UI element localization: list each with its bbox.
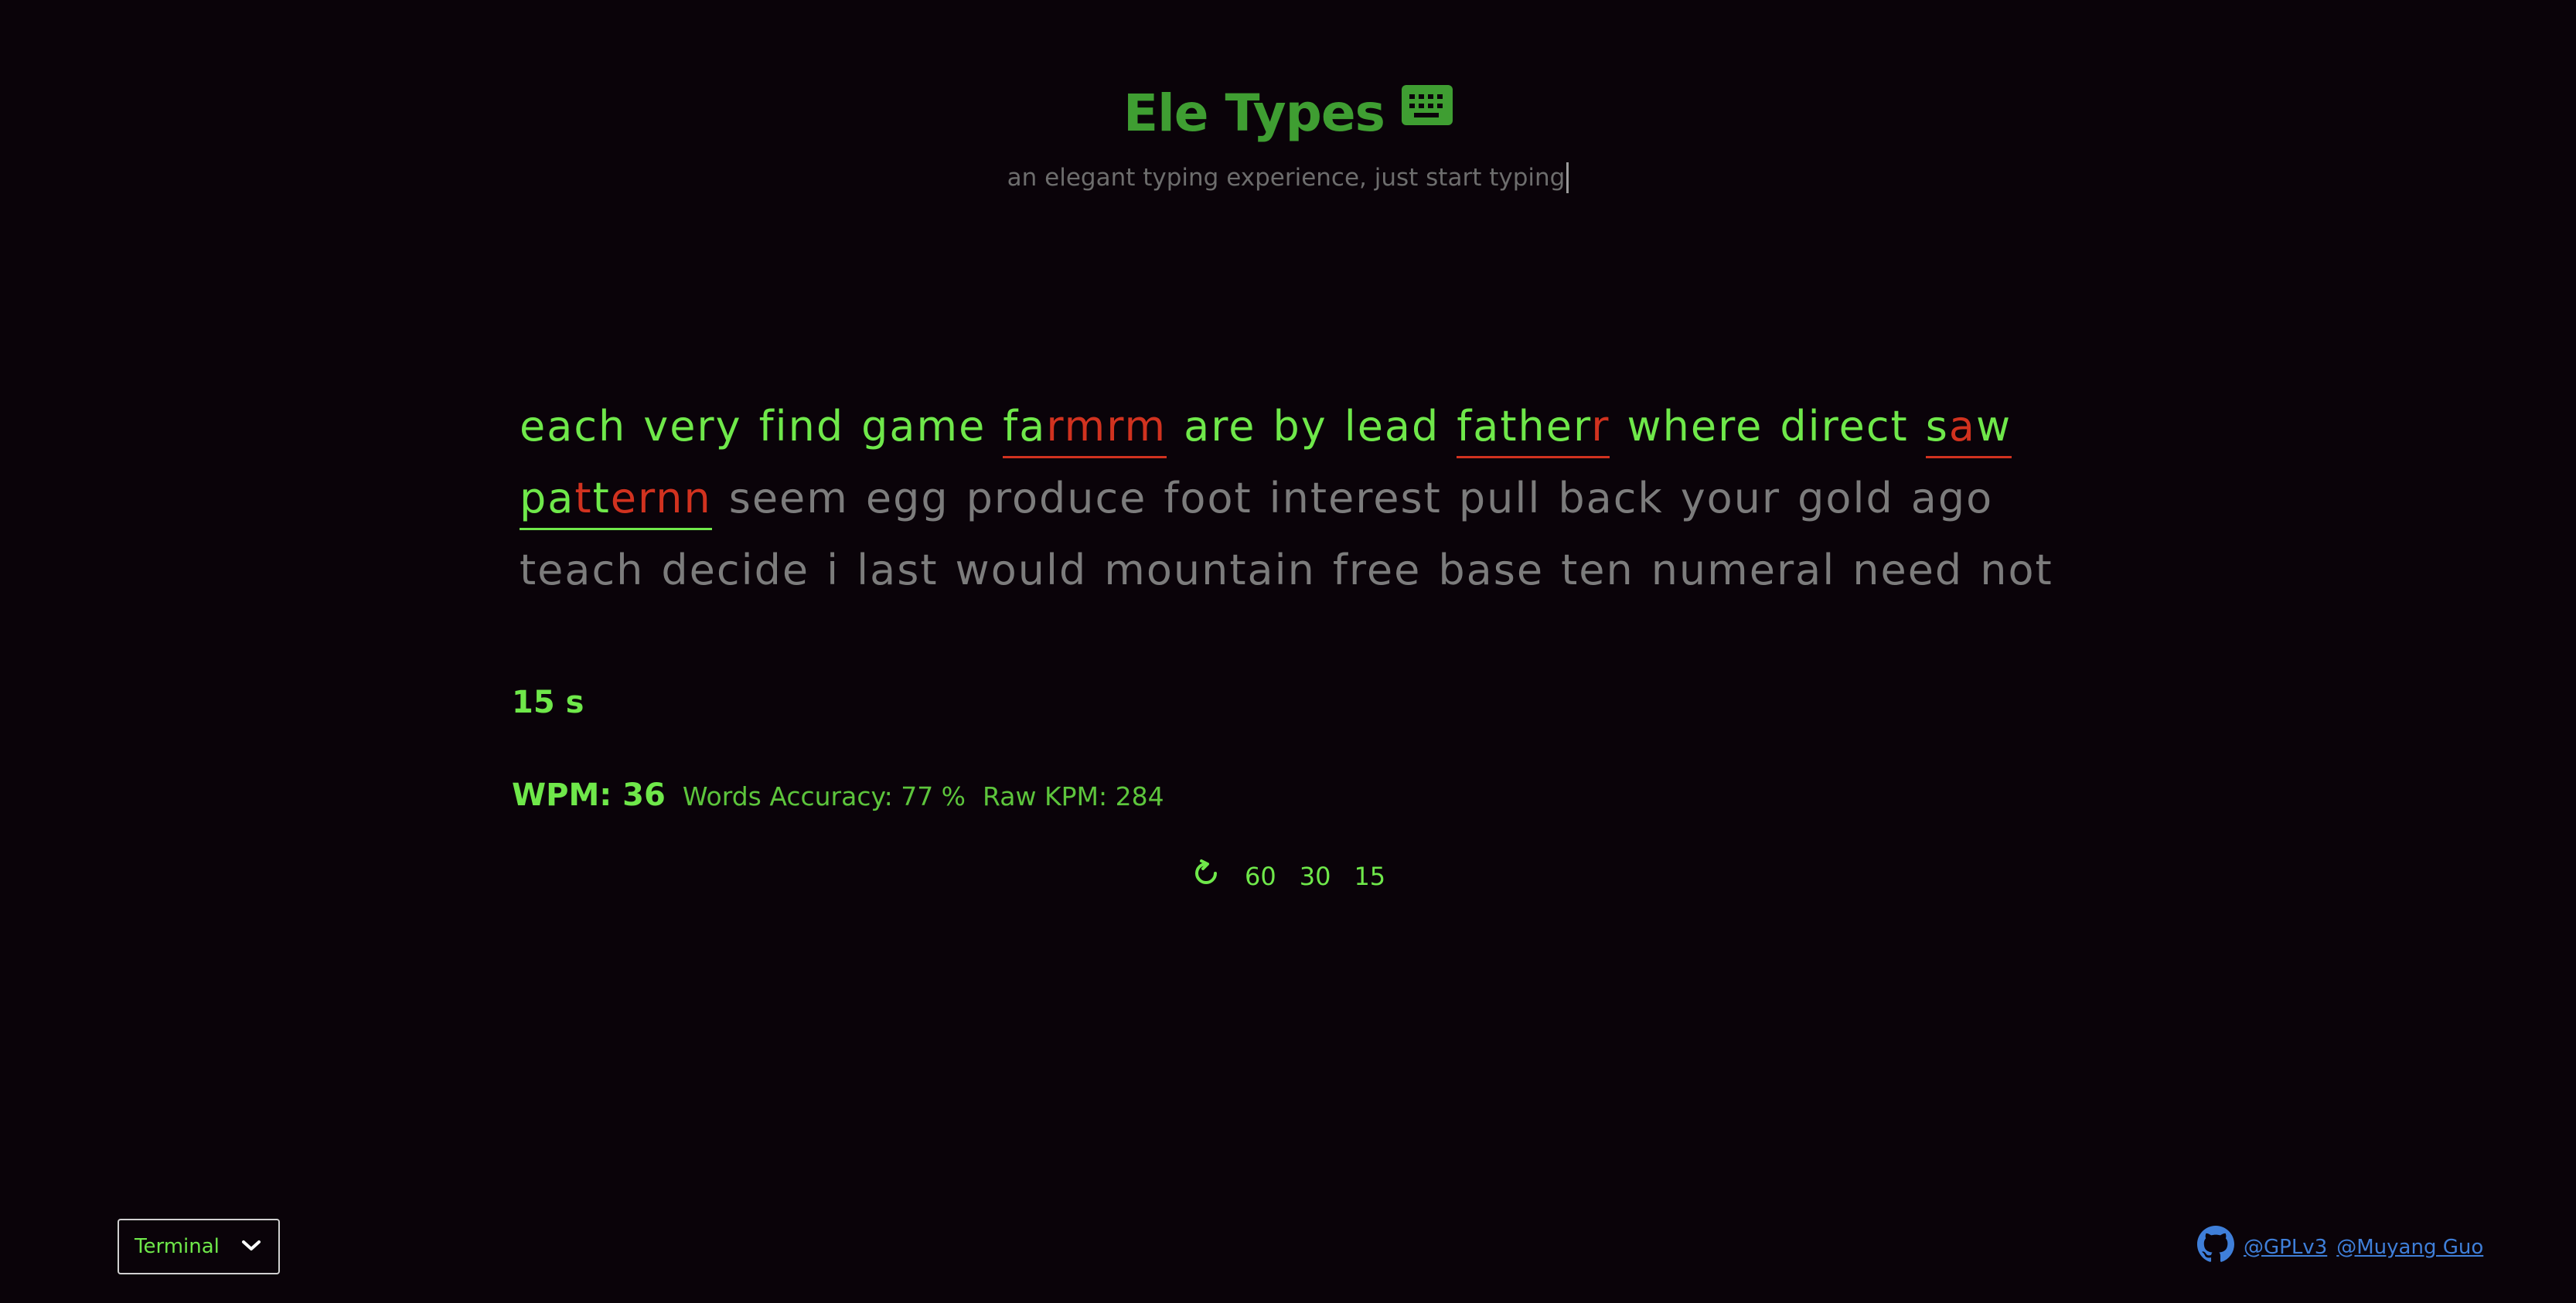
github-icon[interactable]	[2197, 1226, 2234, 1268]
duration-15-button[interactable]: 15	[1354, 862, 1385, 891]
word-pattern: patternn	[520, 469, 712, 530]
word-interest: interest	[1269, 474, 1442, 522]
text-caret	[1566, 162, 1569, 193]
word-fatherr: fatherr	[1457, 397, 1610, 458]
subtitle: an elegant typing experience, just start…	[1007, 162, 1569, 193]
word-produce: produce	[966, 474, 1147, 522]
word-pull: pull	[1458, 474, 1542, 522]
word-each: each	[520, 402, 627, 451]
raw-kpm-stat: Raw KPM: 284	[983, 781, 1164, 811]
word-direct: direct	[1780, 402, 1909, 451]
theme-select[interactable]: Terminal	[118, 1219, 280, 1274]
word-are: are	[1184, 402, 1256, 451]
footer: @GPLv3 @Muyang Guo	[2197, 1226, 2483, 1268]
page-title: Ele Types	[1123, 74, 1453, 151]
keyboard-icon	[1401, 85, 1453, 125]
chevron-down-icon	[241, 1235, 261, 1258]
duration-30-button[interactable]: 30	[1300, 862, 1331, 891]
word-i: i	[826, 546, 840, 594]
word-last: last	[857, 546, 939, 594]
header: Ele Types an elegant typing experience, …	[0, 74, 2576, 193]
word-ago: ago	[1910, 474, 1994, 522]
test-controls: 60 30 15	[1191, 858, 1385, 895]
word-need: need	[1852, 546, 1964, 594]
word-seem: seem	[728, 474, 849, 522]
wpm-stat: WPM: 36	[512, 777, 666, 813]
word-by: by	[1273, 402, 1327, 451]
word-ten: ten	[1561, 546, 1634, 594]
word-back: back	[1558, 474, 1664, 522]
stats-bar: WPM: 36 Words Accuracy: 77 % Raw KPM: 28…	[512, 777, 1164, 813]
word-farmrm: farmrm	[1003, 397, 1167, 458]
word-decide: decide	[661, 546, 810, 594]
word-teach: teach	[520, 546, 645, 594]
word-egg: egg	[865, 474, 949, 522]
subtitle-text: an elegant typing experience, just start…	[1007, 164, 1566, 192]
word-not: not	[1980, 546, 2053, 594]
word-your: your	[1680, 474, 1781, 522]
timer: 15 s	[512, 685, 584, 720]
author-link[interactable]: @Muyang Guo	[2336, 1236, 2483, 1259]
restart-icon[interactable]	[1191, 858, 1222, 895]
word-foot: foot	[1164, 474, 1252, 522]
word-would: would	[955, 546, 1088, 594]
word-where: where	[1627, 402, 1763, 451]
accuracy-stat: Words Accuracy: 77 %	[682, 781, 966, 811]
word-numeral: numeral	[1651, 546, 1836, 594]
word-free: free	[1332, 546, 1422, 594]
word-saw: saw	[1925, 397, 2012, 458]
license-link[interactable]: @GPLv3	[2244, 1236, 2327, 1259]
duration-60-button[interactable]: 60	[1245, 862, 1276, 891]
typing-area[interactable]: each very find game farmrm are by lead fatherr wh…	[520, 393, 2081, 604]
word-lead: lead	[1344, 402, 1440, 451]
word-very: very	[643, 402, 742, 451]
word-game: game	[861, 402, 986, 451]
word-base: base	[1438, 546, 1545, 594]
app-title: Ele Types	[1123, 83, 1385, 143]
word-mountain: mountain	[1104, 546, 1316, 594]
word-find: find	[758, 402, 845, 451]
theme-selected-value: Terminal	[135, 1235, 220, 1258]
word-gold: gold	[1797, 474, 1894, 522]
